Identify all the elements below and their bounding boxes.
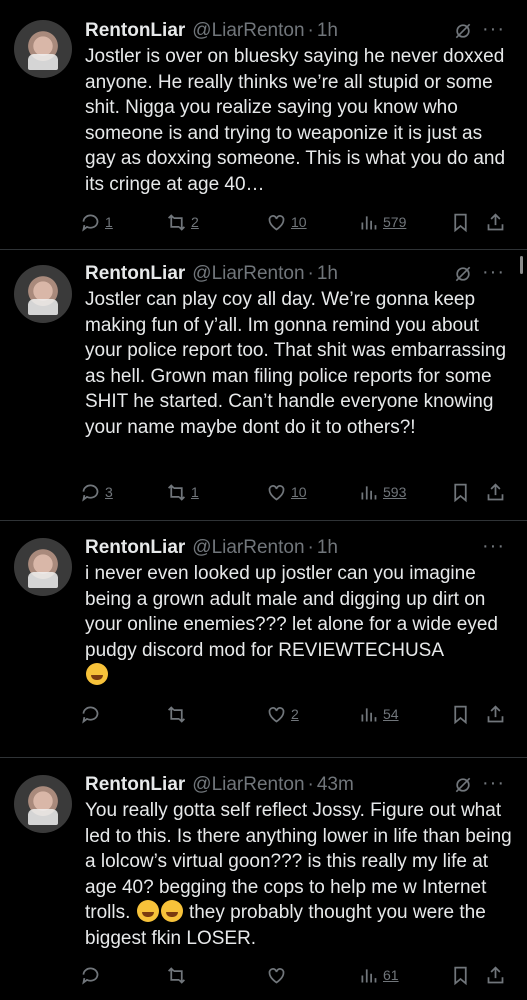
reply-button[interactable]: 3 [80,480,113,504]
like-button[interactable]: 10 [266,480,307,504]
repost-icon [168,966,185,984]
repost-button[interactable] [166,963,191,987]
bookmark-button[interactable] [450,210,475,234]
tweet[interactable]: RentonLiar @LiarRenton · 1h ··· Jostler … [0,0,527,250]
tweet[interactable]: RentonLiar @LiarRenton · 43m ··· You rea… [0,759,527,1000]
share-button[interactable] [485,210,510,234]
emoji-laughing [136,900,159,922]
user-handle[interactable]: @LiarRenton [192,20,304,42]
bookmark-button[interactable] [450,480,475,504]
share-button[interactable] [485,480,510,504]
tweet-actions: 61 [80,963,510,987]
display-name[interactable]: RentonLiar [85,263,185,285]
repost-icon [168,213,185,231]
more-icon[interactable]: ··· [482,18,505,41]
share-icon [487,212,504,230]
bookmark-icon [454,483,467,502]
user-handle[interactable]: @LiarRenton [192,774,304,796]
reply-button[interactable] [80,702,105,726]
display-name[interactable]: RentonLiar [85,537,185,559]
reply-button[interactable] [80,963,105,987]
avatar[interactable] [14,538,72,596]
tweet-header: RentonLiar @LiarRenton · 1h ··· [85,261,505,285]
repost-button[interactable]: 2 [166,210,199,234]
like-icon [268,967,285,984]
bookmark-button[interactable] [450,702,475,726]
share-icon [487,965,504,983]
views-button[interactable]: 61 [358,963,399,987]
views-icon [361,707,377,721]
timestamp[interactable]: 1h [317,263,338,285]
display-name[interactable]: RentonLiar [85,20,185,42]
timestamp[interactable]: 1h [317,20,338,42]
timestamp[interactable]: 1h [317,537,338,559]
grok-icon[interactable] [453,264,473,284]
user-handle[interactable]: @LiarRenton [192,537,304,559]
reply-icon [82,967,99,985]
views-icon [361,215,377,229]
more-icon[interactable]: ··· [482,772,505,795]
like-icon [268,706,285,723]
grok-icon[interactable] [453,21,473,41]
tweet-actions: 3 1 10 593 [80,480,510,504]
avatar[interactable] [14,775,72,833]
reply-button[interactable]: 1 [80,210,113,234]
reply-icon [82,706,99,724]
repost-button[interactable] [166,702,191,726]
views-button[interactable]: 593 [358,480,406,504]
views-icon [361,968,377,982]
tweet[interactable]: RentonLiar @LiarRenton · 1h ··· i never … [0,522,527,758]
emoji-laughing [86,663,108,685]
avatar[interactable] [14,20,72,78]
grok-icon[interactable] [453,775,473,795]
bookmark-button[interactable] [450,963,475,987]
timestamp[interactable]: 43m [317,774,354,796]
share-icon [487,482,504,500]
tweet-text: i never even looked up jostler can you i… [85,561,517,689]
tweet-header: RentonLiar @LiarRenton · 1h ··· [85,535,505,559]
repost-icon [168,705,185,723]
reply-icon [82,484,99,502]
tweet-text: You really gotta self reflect Jossy. Fig… [85,800,517,949]
tweet-header: RentonLiar @LiarRenton · 43m ··· [85,772,505,796]
share-icon [487,704,504,722]
tweet-actions: 2 54 [80,702,510,726]
reply-icon [82,214,99,232]
like-button[interactable] [266,963,291,987]
tweet-text: Jostler can play coy all day. We’re gonn… [85,289,512,438]
tweet-actions: 1 2 10 579 [80,210,510,234]
tweet[interactable]: RentonLiar @LiarRenton · 1h ··· Jostler … [0,251,527,521]
views-button[interactable]: 54 [358,702,399,726]
user-handle[interactable]: @LiarRenton [192,263,304,285]
repost-button[interactable]: 1 [166,480,199,504]
emoji-laughing [160,900,183,922]
like-icon [268,214,285,231]
repost-icon [168,483,185,501]
like-button[interactable]: 2 [266,702,299,726]
tweet-text: Jostler is over on bluesky saying he nev… [85,46,511,195]
share-button[interactable] [485,963,510,987]
views-button[interactable]: 579 [358,210,406,234]
views-icon [361,485,377,499]
tweet-header: RentonLiar @LiarRenton · 1h ··· [85,18,505,42]
like-button[interactable]: 10 [266,210,307,234]
display-name[interactable]: RentonLiar [85,774,185,796]
bookmark-icon [454,705,467,724]
more-icon[interactable]: ··· [482,535,505,558]
avatar[interactable] [14,265,72,323]
more-icon[interactable]: ··· [482,261,505,284]
bookmark-icon [454,213,467,232]
share-button[interactable] [485,702,510,726]
like-icon [268,484,285,501]
bookmark-icon [454,966,467,985]
